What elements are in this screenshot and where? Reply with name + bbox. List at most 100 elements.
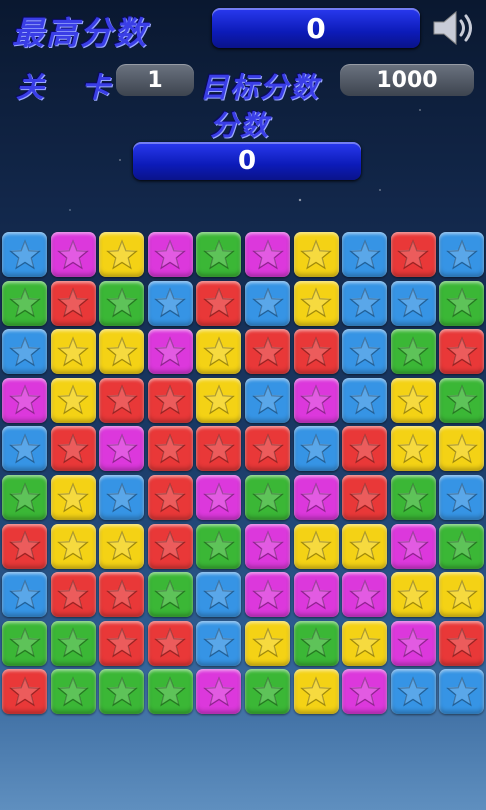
star-tile-green[interactable] bbox=[293, 620, 339, 666]
star-tile-green[interactable] bbox=[390, 475, 436, 520]
star-tile-pink[interactable] bbox=[390, 523, 436, 569]
star-tile-yellow[interactable] bbox=[50, 377, 96, 423]
star-tile-pink[interactable] bbox=[50, 232, 96, 277]
star-tile-green[interactable] bbox=[2, 620, 47, 666]
star-tile-red[interactable] bbox=[147, 620, 193, 666]
star-tile-pink[interactable] bbox=[293, 377, 339, 423]
star-tile-pink[interactable] bbox=[342, 669, 388, 715]
star-tile-yellow[interactable] bbox=[293, 669, 339, 715]
star-tile-blue[interactable] bbox=[245, 280, 290, 326]
star-tile-pink[interactable] bbox=[245, 232, 290, 277]
star-tile-red[interactable] bbox=[99, 620, 145, 666]
star-tile-pink[interactable] bbox=[147, 232, 193, 277]
star-tile-red[interactable] bbox=[196, 280, 242, 326]
star-tile-yellow[interactable] bbox=[342, 523, 388, 569]
star-tile-yellow[interactable] bbox=[245, 620, 290, 666]
star-tile-red[interactable] bbox=[293, 329, 339, 375]
star-tile-red[interactable] bbox=[342, 475, 388, 520]
star-tile-green[interactable] bbox=[439, 377, 485, 423]
star-tile-pink[interactable] bbox=[245, 523, 290, 569]
star-tile-yellow[interactable] bbox=[439, 572, 485, 618]
star-tile-red[interactable] bbox=[196, 426, 242, 472]
star-tile-yellow[interactable] bbox=[50, 475, 96, 520]
star-tile-blue[interactable] bbox=[2, 329, 47, 375]
star-tile-yellow[interactable] bbox=[390, 377, 436, 423]
star-tile-red[interactable] bbox=[439, 329, 485, 375]
star-tile-blue[interactable] bbox=[342, 232, 388, 277]
star-tile-blue[interactable] bbox=[439, 232, 485, 277]
star-tile-blue[interactable] bbox=[439, 669, 485, 715]
star-tile-red[interactable] bbox=[99, 572, 145, 618]
star-tile-pink[interactable] bbox=[245, 572, 290, 618]
star-tile-red[interactable] bbox=[245, 426, 290, 472]
star-tile-red[interactable] bbox=[147, 377, 193, 423]
star-tile-yellow[interactable] bbox=[196, 377, 242, 423]
star-tile-yellow[interactable] bbox=[99, 523, 145, 569]
star-tile-green[interactable] bbox=[390, 329, 436, 375]
star-tile-pink[interactable] bbox=[147, 329, 193, 375]
star-tile-red[interactable] bbox=[245, 329, 290, 375]
star-tile-pink[interactable] bbox=[99, 426, 145, 472]
star-tile-green[interactable] bbox=[245, 669, 290, 715]
star-tile-blue[interactable] bbox=[245, 377, 290, 423]
star-tile-green[interactable] bbox=[439, 523, 485, 569]
star-tile-blue[interactable] bbox=[196, 620, 242, 666]
star-tile-pink[interactable] bbox=[2, 377, 47, 423]
star-tile-green[interactable] bbox=[439, 280, 485, 326]
star-tile-blue[interactable] bbox=[439, 475, 485, 520]
star-tile-red[interactable] bbox=[147, 523, 193, 569]
star-tile-green[interactable] bbox=[196, 232, 242, 277]
star-tile-red[interactable] bbox=[99, 377, 145, 423]
star-tile-yellow[interactable] bbox=[293, 523, 339, 569]
star-tile-green[interactable] bbox=[99, 669, 145, 715]
star-tile-blue[interactable] bbox=[342, 377, 388, 423]
star-tile-green[interactable] bbox=[50, 620, 96, 666]
star-tile-green[interactable] bbox=[196, 523, 242, 569]
star-tile-yellow[interactable] bbox=[50, 523, 96, 569]
star-tile-green[interactable] bbox=[50, 669, 96, 715]
star-tile-green[interactable] bbox=[2, 475, 47, 520]
star-tile-blue[interactable] bbox=[342, 329, 388, 375]
star-tile-blue[interactable] bbox=[293, 426, 339, 472]
star-tile-yellow[interactable] bbox=[390, 426, 436, 472]
star-tile-yellow[interactable] bbox=[439, 426, 485, 472]
star-tile-pink[interactable] bbox=[342, 572, 388, 618]
star-tile-green[interactable] bbox=[2, 280, 47, 326]
star-tile-red[interactable] bbox=[50, 572, 96, 618]
star-tile-red[interactable] bbox=[390, 232, 436, 277]
star-tile-red[interactable] bbox=[2, 669, 47, 715]
star-tile-red[interactable] bbox=[2, 523, 47, 569]
star-tile-pink[interactable] bbox=[293, 572, 339, 618]
star-tile-green[interactable] bbox=[147, 572, 193, 618]
star-tile-blue[interactable] bbox=[2, 232, 47, 277]
star-tile-blue[interactable] bbox=[390, 280, 436, 326]
star-tile-yellow[interactable] bbox=[342, 620, 388, 666]
star-tile-pink[interactable] bbox=[293, 475, 339, 520]
star-tile-yellow[interactable] bbox=[99, 329, 145, 375]
star-tile-red[interactable] bbox=[147, 426, 193, 472]
star-tile-pink[interactable] bbox=[390, 620, 436, 666]
star-tile-red[interactable] bbox=[342, 426, 388, 472]
star-tile-green[interactable] bbox=[245, 475, 290, 520]
star-tile-red[interactable] bbox=[50, 426, 96, 472]
star-tile-red[interactable] bbox=[147, 475, 193, 520]
star-tile-yellow[interactable] bbox=[196, 329, 242, 375]
speaker-icon[interactable] bbox=[430, 8, 480, 48]
star-tile-green[interactable] bbox=[99, 280, 145, 326]
star-tile-red[interactable] bbox=[439, 620, 485, 666]
star-tile-yellow[interactable] bbox=[293, 232, 339, 277]
star-tile-yellow[interactable] bbox=[99, 232, 145, 277]
star-tile-blue[interactable] bbox=[342, 280, 388, 326]
star-tile-blue[interactable] bbox=[99, 475, 145, 520]
star-tile-yellow[interactable] bbox=[50, 329, 96, 375]
star-tile-red[interactable] bbox=[50, 280, 96, 326]
star-tile-blue[interactable] bbox=[196, 572, 242, 618]
star-tile-blue[interactable] bbox=[2, 572, 47, 618]
star-tile-pink[interactable] bbox=[196, 669, 242, 715]
star-tile-yellow[interactable] bbox=[293, 280, 339, 326]
star-tile-blue[interactable] bbox=[2, 426, 47, 472]
star-tile-blue[interactable] bbox=[390, 669, 436, 715]
star-tile-pink[interactable] bbox=[196, 475, 242, 520]
star-tile-green[interactable] bbox=[147, 669, 193, 715]
star-tile-blue[interactable] bbox=[147, 280, 193, 326]
